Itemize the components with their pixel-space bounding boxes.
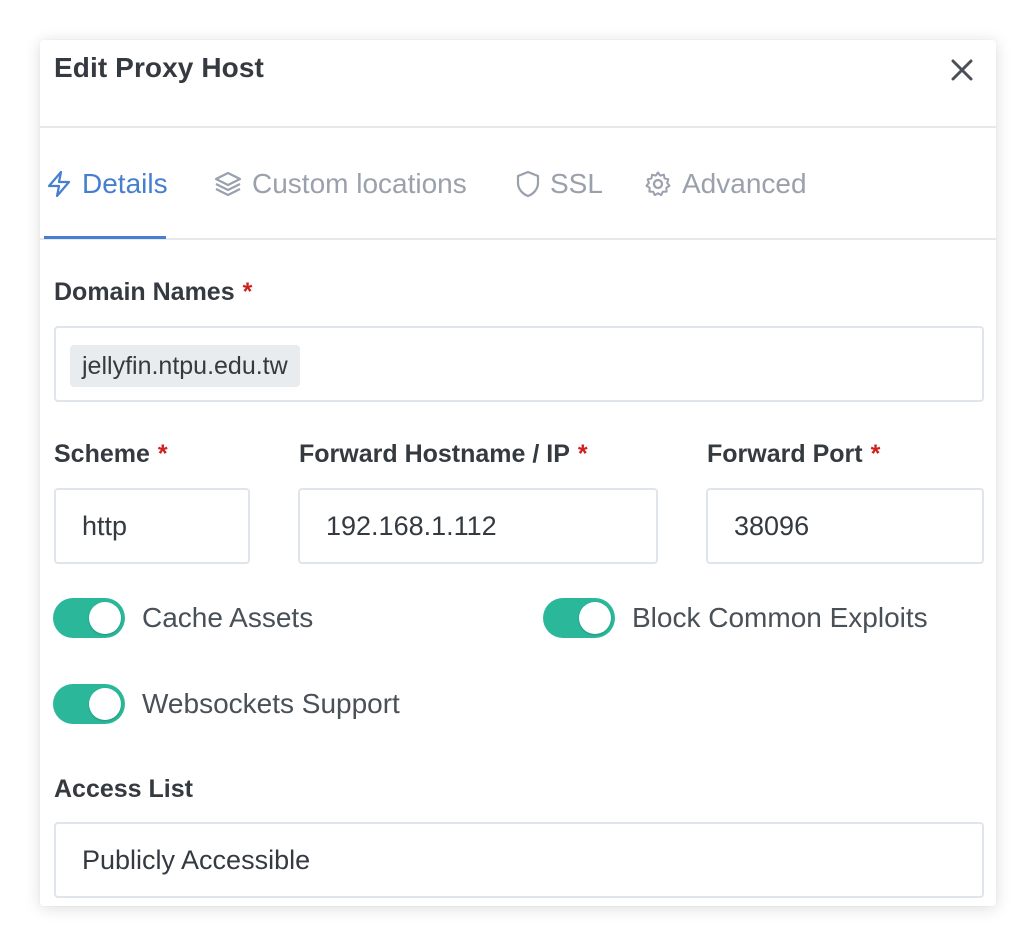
forward-hostname-value: 192.168.1.112: [326, 510, 497, 541]
toggle-knob: [89, 688, 121, 720]
tab-ssl[interactable]: SSL: [516, 128, 603, 240]
toggle-switch[interactable]: [53, 598, 125, 638]
required-marker: *: [157, 440, 168, 468]
domain-names-label: Domain Names *: [54, 278, 252, 307]
scheme-value: http: [82, 510, 128, 541]
required-marker: *: [577, 440, 588, 468]
tab-custom-locations-label: Custom locations: [252, 168, 467, 199]
required-marker: *: [870, 440, 881, 468]
tab-ssl-label: SSL: [550, 168, 603, 199]
dialog-header: Edit Proxy Host: [40, 40, 996, 128]
toggle-knob: [89, 602, 121, 634]
block-common-exploits-toggle[interactable]: Block Common Exploits: [543, 598, 928, 638]
toggle-knob: [579, 602, 611, 634]
dialog-title: Edit Proxy Host: [54, 52, 264, 83]
scheme-label-text: Scheme: [54, 440, 150, 468]
websockets-support-toggle[interactable]: Websockets Support: [53, 684, 400, 724]
domain-names-label-text: Domain Names: [54, 278, 235, 306]
layers-icon: [214, 171, 242, 197]
tab-details-label: Details: [82, 168, 168, 199]
scheme-select[interactable]: http: [54, 488, 250, 564]
close-button[interactable]: [946, 54, 978, 86]
tab-advanced[interactable]: Advanced: [644, 128, 807, 240]
websockets-support-label: Websockets Support: [142, 688, 400, 719]
forward-port-input[interactable]: 38096: [706, 488, 984, 564]
tab-details[interactable]: Details: [46, 128, 168, 240]
forward-hostname-label: Forward Hostname / IP *: [299, 440, 588, 469]
cache-assets-label: Cache Assets: [142, 602, 314, 633]
domain-names-input[interactable]: jellyfin.ntpu.edu.tw: [54, 326, 984, 402]
access-list-value: Publicly Accessible: [82, 844, 311, 875]
active-tab-indicator: [44, 236, 166, 239]
tab-bar: Details Custom locations SSL Advanced: [40, 128, 996, 240]
cache-assets-toggle[interactable]: Cache Assets: [53, 598, 313, 638]
scheme-label: Scheme *: [54, 440, 168, 469]
required-marker: *: [242, 278, 253, 306]
forward-port-label-text: Forward Port: [707, 440, 863, 468]
access-list-label: Access List: [54, 775, 193, 803]
toggle-switch[interactable]: [543, 598, 615, 638]
close-icon: [951, 59, 973, 81]
tab-advanced-label: Advanced: [682, 168, 807, 199]
forward-hostname-label-text: Forward Hostname / IP: [299, 440, 570, 468]
forward-port-label: Forward Port *: [707, 440, 880, 469]
block-common-exploits-label: Block Common Exploits: [632, 602, 928, 633]
access-list-select[interactable]: Publicly Accessible: [54, 822, 984, 898]
edit-proxy-host-dialog: Edit Proxy Host Details Custom locations: [40, 40, 996, 906]
shield-icon: [516, 170, 540, 198]
tab-custom-locations[interactable]: Custom locations: [214, 128, 467, 240]
bolt-icon: [47, 170, 71, 198]
toggle-switch[interactable]: [53, 684, 125, 724]
domain-tag[interactable]: jellyfin.ntpu.edu.tw: [70, 345, 300, 387]
forward-hostname-input[interactable]: 192.168.1.112: [298, 488, 658, 564]
gear-icon: [645, 171, 671, 197]
forward-port-value: 38096: [734, 510, 810, 541]
